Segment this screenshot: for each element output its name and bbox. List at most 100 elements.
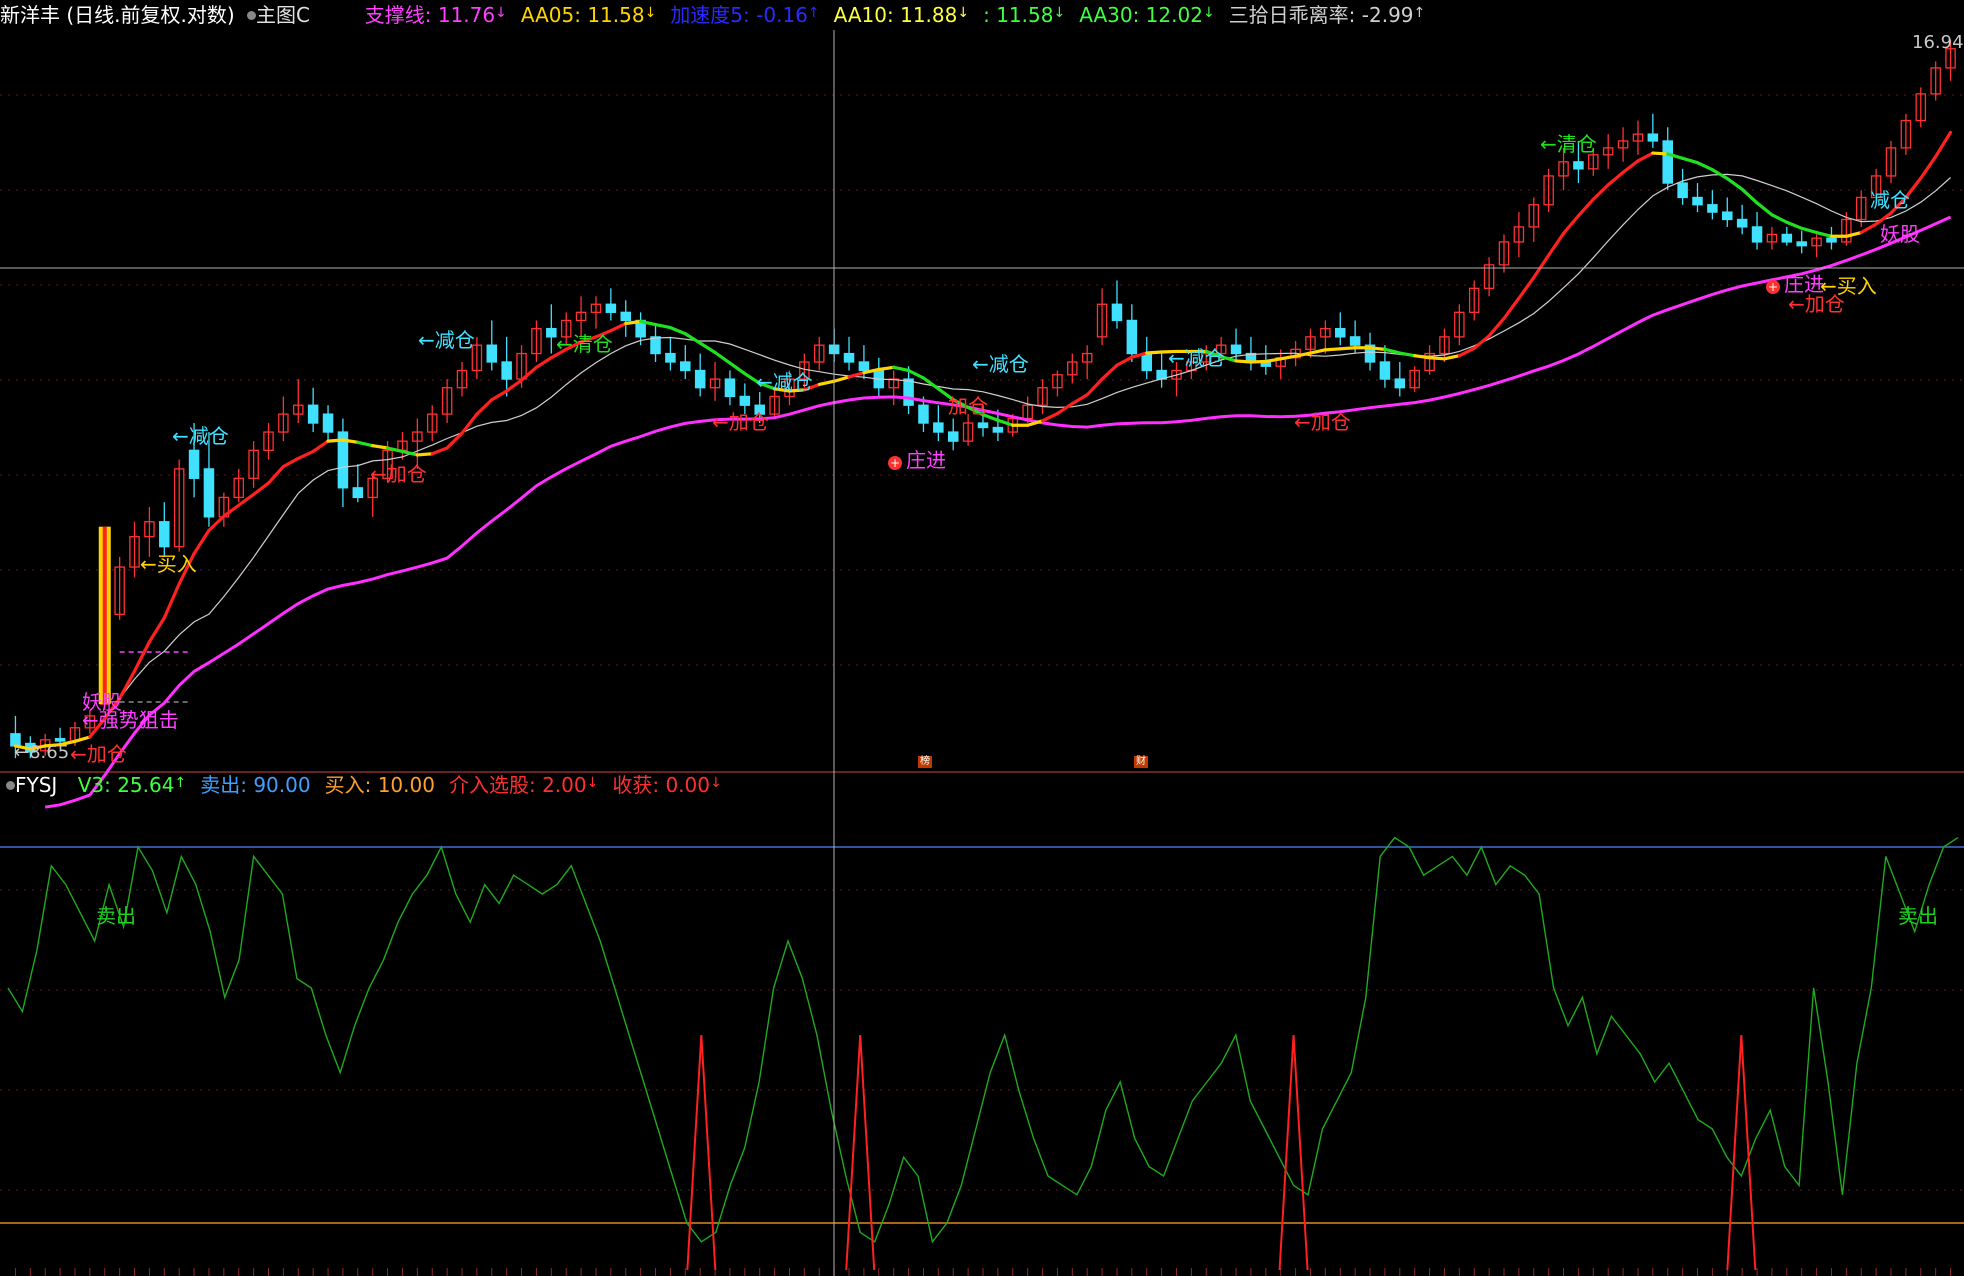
candle-down: [322, 413, 334, 433]
aa10-segment: [1621, 159, 1640, 174]
aa10-segment: [1532, 253, 1551, 280]
aa10-segment: [1591, 183, 1610, 201]
aa10-segment: [1115, 355, 1134, 367]
arrow-down-icon: ↓: [1202, 5, 1215, 21]
candle-down: [1722, 211, 1733, 221]
indicator-readout: V3: 25.64↑: [78, 773, 187, 797]
aa10-segment: [1085, 377, 1104, 397]
indicator-label: 支撑线:: [364, 3, 438, 27]
crosshair: [0, 30, 1964, 1276]
event-marker[interactable]: 财: [1134, 756, 1148, 768]
candle-down: [1707, 204, 1718, 213]
aa10-segment: [1487, 316, 1506, 338]
candle-down: [307, 404, 319, 424]
candle-down: [620, 311, 632, 322]
candle-down: [605, 303, 617, 313]
indicator-readout: : 11.58↓: [983, 3, 1065, 27]
signal-bar-core: [102, 526, 107, 705]
aa10-segment: [1725, 176, 1744, 191]
aa10-segment: [281, 456, 300, 469]
event-marker[interactable]: 榜: [918, 756, 932, 768]
candle-down: [1230, 344, 1242, 355]
aa10-segment: [1323, 347, 1342, 352]
price-low-value: 8.65: [29, 742, 70, 763]
indicator-readout: AA30: 12.02↓: [1079, 3, 1214, 27]
candle-down: [1796, 241, 1807, 247]
signal-label: 妖股: [1880, 222, 1920, 246]
signal-label: ←加仓: [712, 410, 769, 434]
signal-label: ←减仓: [756, 370, 813, 394]
aa10-segment: [1770, 213, 1789, 224]
aa10-segment: [1442, 354, 1461, 361]
aa10-segment: [415, 452, 434, 457]
price-high-label: 16.94: [1912, 32, 1964, 53]
grid-lines: [0, 94, 1964, 1276]
support-line: [44, 215, 1952, 809]
indicator-dot-icon: [6, 781, 15, 790]
signal-label: 加仓: [948, 394, 988, 418]
template-label[interactable]: 主图C: [256, 3, 310, 27]
indicator-value: 10.00: [377, 773, 435, 797]
arrow-down-icon: ↓: [709, 775, 722, 791]
indicator-readout: 收获: 0.00↓: [612, 773, 721, 797]
aa10-segment: [1547, 231, 1566, 257]
candle-down: [694, 369, 706, 389]
entry-spike: [845, 1034, 876, 1271]
aa10-segment: [698, 341, 717, 355]
oscillator-panel: [0, 836, 1964, 1271]
candle-down: [501, 361, 512, 380]
indicator-readout: 买入: 10.00: [325, 773, 435, 797]
aa10-segment: [132, 640, 152, 673]
price-low-label: ←8.65: [14, 742, 70, 763]
v3-line: [7, 836, 1959, 1244]
sub-indicator-name[interactable]: FYSJ: [15, 773, 57, 797]
indicator-label: 买入:: [324, 773, 378, 797]
candle-down: [486, 344, 498, 363]
aa10-segment: [1651, 151, 1670, 156]
aa10-segment: [1561, 214, 1581, 236]
indicator-value: -0.16: [756, 3, 808, 27]
signal-label: ←加仓: [1788, 292, 1845, 316]
aa10-segment: [1636, 151, 1655, 163]
aa10-segment: [1681, 156, 1700, 165]
aa10-segment: [906, 368, 926, 380]
aa10-segment: [1576, 197, 1595, 218]
candle-down: [546, 327, 557, 338]
indicator-label: :: [983, 3, 997, 27]
candle-down: [1751, 226, 1763, 243]
aa10-segment: [728, 361, 747, 376]
aa10-segment: [1249, 359, 1268, 364]
main-header: 新洋丰 (日线.前复权.对数) 主图C 支撑线: 11.76↓ AA05: 11.…: [0, 0, 1425, 30]
arrow-down-icon: ↓: [495, 5, 507, 21]
aa10-segment: [162, 582, 181, 620]
aa10-segment: [192, 528, 211, 556]
candle-down: [947, 431, 959, 442]
indicator-value: 11.58: [996, 3, 1054, 27]
signal-label: 减仓: [1870, 188, 1910, 212]
indicator-label: 三拾日乖离率:: [1228, 3, 1362, 27]
aa10-segment: [1279, 354, 1298, 361]
aa10-segment: [1740, 187, 1759, 205]
signal-label: ←减仓: [972, 352, 1029, 376]
signal-label: + 庄进: [888, 448, 946, 472]
aa10-segment: [1100, 363, 1119, 381]
signal-label: ←加仓: [370, 462, 427, 486]
aa10-segment: [207, 514, 226, 533]
signal-label: ←清仓: [556, 332, 613, 356]
signal-label: ←强势狙击: [82, 708, 179, 732]
candle-down: [1379, 361, 1391, 380]
aa10-segment: [1606, 170, 1625, 187]
aa10-segment: [713, 350, 732, 365]
main-indicators: 支撑线: 11.76↓ AA05: 11.58↓ 加速度5: -0.16↑ AA10:…: [351, 3, 1426, 27]
indicator-value: 25.64: [117, 773, 175, 797]
signal-label: ←加仓: [70, 742, 127, 766]
stock-title[interactable]: 新洋丰 (日线.前复权.对数): [0, 3, 235, 27]
candle-down: [1647, 133, 1659, 142]
moving-averages: [13, 130, 1953, 809]
signal-label: ←加仓: [1294, 410, 1351, 434]
aa10-segment: [1785, 220, 1804, 230]
sell-label: 卖出: [96, 904, 136, 928]
indicator-value: 90.00: [253, 773, 311, 797]
arrow-down-icon: ↓: [1053, 5, 1066, 21]
indicator-label: AA10:: [833, 3, 901, 27]
